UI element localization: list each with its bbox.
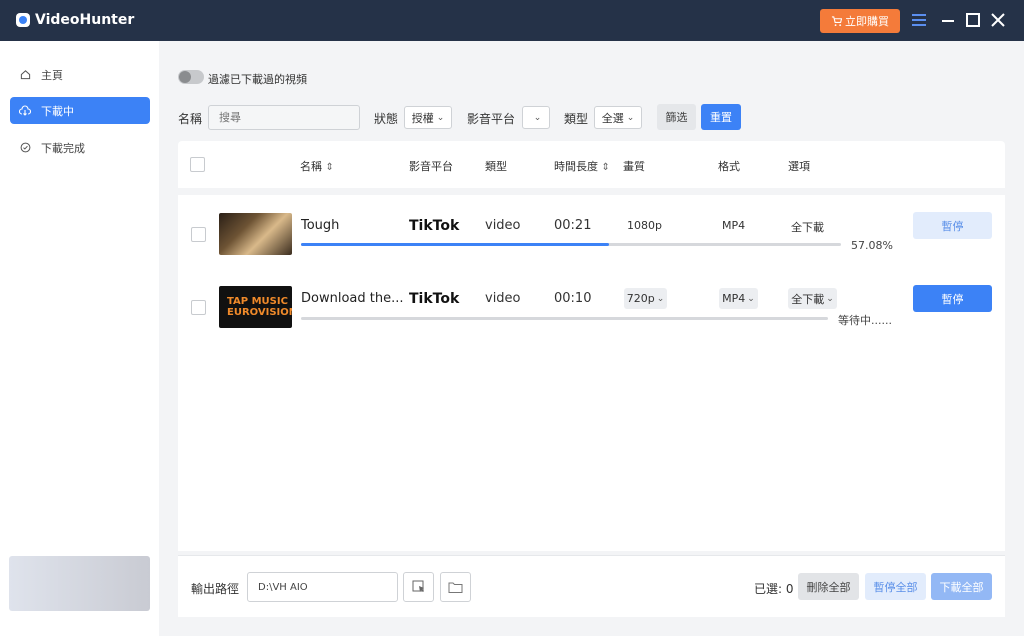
check-circle-icon bbox=[19, 142, 31, 154]
promo-banner[interactable] bbox=[9, 556, 150, 611]
pause-button[interactable]: 暫停 bbox=[913, 285, 992, 312]
video-duration: 00:21 bbox=[554, 218, 592, 233]
open-folder-button[interactable] bbox=[440, 572, 471, 602]
minimize-icon[interactable] bbox=[939, 11, 957, 29]
row-checkbox[interactable] bbox=[191, 227, 206, 242]
reset-button[interactable]: 重置 bbox=[701, 104, 741, 130]
home-icon bbox=[19, 69, 31, 81]
column-header-type: 類型 bbox=[485, 160, 507, 173]
filter-button[interactable]: 篩选 bbox=[657, 104, 696, 130]
select-all-checkbox[interactable] bbox=[190, 157, 205, 172]
column-header-quality: 畫質 bbox=[623, 160, 645, 173]
quality-select-value: 720p bbox=[626, 292, 655, 305]
thumbnail-text: TAP MUSIC EUROVISION bbox=[227, 296, 292, 318]
type-filter-label: 類型 bbox=[564, 112, 589, 126]
chevron-down-icon: ⌄ bbox=[533, 112, 542, 123]
column-header-name-label: 名稱 bbox=[300, 160, 322, 173]
video-platform: TikTok bbox=[409, 291, 460, 307]
sidebar-item-label: 下載完成 bbox=[41, 141, 85, 155]
buy-now-button[interactable]: 立即購買 bbox=[820, 9, 900, 33]
pause-button[interactable]: 暫停 bbox=[913, 212, 992, 239]
output-path-input[interactable] bbox=[247, 572, 398, 602]
platform-select[interactable]: ⌄ bbox=[522, 106, 550, 129]
buy-now-label: 立即購買 bbox=[845, 15, 889, 28]
video-type: video bbox=[485, 218, 521, 233]
video-quality: 1080p bbox=[627, 219, 662, 232]
title-bar: VideoHunter 立即購買 bbox=[0, 0, 1024, 41]
download-all-button[interactable]: 下載全部 bbox=[931, 573, 992, 600]
chevron-down-icon: ⌄ bbox=[826, 293, 834, 304]
format-select[interactable]: MP4 ⌄ bbox=[719, 288, 758, 309]
cart-icon bbox=[831, 15, 842, 26]
option-select-value: 全下載 bbox=[791, 292, 825, 306]
column-header-name[interactable]: 名稱 ⇕ bbox=[300, 158, 334, 174]
video-format: MP4 bbox=[722, 219, 746, 232]
download-cloud-icon bbox=[19, 105, 31, 117]
delete-all-button[interactable]: 刪除全部 bbox=[798, 573, 859, 600]
video-thumbnail bbox=[219, 213, 292, 255]
video-title: Tough bbox=[301, 218, 340, 233]
close-icon[interactable] bbox=[989, 11, 1007, 29]
output-path-label: 輸出路徑 bbox=[191, 582, 240, 596]
column-header-platform: 影音平台 bbox=[409, 160, 453, 173]
option-select[interactable]: 全下載 ⌄ bbox=[788, 288, 837, 309]
select-folder-button[interactable] bbox=[403, 572, 434, 602]
row-checkbox[interactable] bbox=[191, 300, 206, 315]
progress-status: 57.08% bbox=[851, 239, 893, 252]
menu-icon[interactable] bbox=[910, 11, 928, 29]
chevron-down-icon: ⌄ bbox=[656, 293, 665, 304]
video-title: Download the... bbox=[301, 291, 404, 306]
type-select[interactable]: 全選 ⌄ bbox=[594, 106, 642, 129]
folder-icon bbox=[448, 582, 463, 593]
cursor-select-icon bbox=[412, 580, 424, 592]
quality-select[interactable]: 720p ⌄ bbox=[624, 288, 667, 309]
download-list: Tough TikTok video 00:21 1080p MP4 全下載 5… bbox=[178, 195, 1005, 551]
progress-bar bbox=[301, 243, 841, 246]
status-select-value: 授權 bbox=[411, 111, 434, 125]
sidebar-item-home[interactable]: 主頁 bbox=[10, 61, 150, 88]
column-header-duration[interactable]: 時間長度 ⇕ bbox=[554, 158, 610, 174]
column-header-format: 格式 bbox=[718, 160, 740, 173]
search-input[interactable] bbox=[208, 105, 360, 130]
column-header-options: 選項 bbox=[788, 160, 810, 173]
status-filter-label: 狀態 bbox=[374, 112, 399, 126]
chevron-down-icon: ⌄ bbox=[626, 112, 635, 123]
sort-icon: ⇕ bbox=[601, 162, 610, 173]
pause-all-button[interactable]: 暫停全部 bbox=[865, 573, 926, 600]
sidebar-item-label: 主頁 bbox=[41, 68, 63, 82]
app-title: VideoHunter bbox=[35, 12, 135, 28]
sidebar: 主頁 下載中 下載完成 bbox=[0, 41, 159, 636]
video-type: video bbox=[485, 291, 521, 306]
app-logo-icon bbox=[16, 13, 30, 27]
type-select-value: 全選 bbox=[601, 111, 624, 125]
chevron-down-icon: ⌄ bbox=[436, 112, 445, 123]
column-header-duration-label: 時間長度 bbox=[554, 160, 598, 173]
status-select[interactable]: 授權 ⌄ bbox=[404, 106, 452, 129]
sidebar-item-completed[interactable]: 下載完成 bbox=[10, 134, 150, 161]
platform-filter-label: 影音平台 bbox=[467, 112, 516, 126]
chevron-down-icon: ⌄ bbox=[747, 293, 755, 304]
progress-fill bbox=[301, 243, 610, 246]
filter-downloaded-toggle[interactable] bbox=[178, 70, 204, 84]
format-select-value: MP4 bbox=[722, 292, 746, 305]
maximize-icon[interactable] bbox=[964, 11, 982, 29]
video-platform: TikTok bbox=[409, 218, 460, 234]
table-header: 名稱 ⇕ 影音平台 類型 時間長度 ⇕ 畫質 格式 選項 bbox=[178, 141, 1005, 188]
sort-icon: ⇕ bbox=[325, 162, 334, 173]
sidebar-item-downloading[interactable]: 下載中 bbox=[10, 97, 150, 124]
name-filter-label: 名稱 bbox=[178, 112, 203, 126]
sidebar-item-label: 下載中 bbox=[41, 104, 74, 118]
progress-status: 等待中...... bbox=[838, 314, 892, 327]
progress-bar bbox=[301, 317, 828, 320]
filter-downloaded-label: 過濾已下載過的視頻 bbox=[208, 73, 307, 86]
selected-count: 已選: 0 bbox=[754, 582, 794, 596]
video-thumbnail: TAP MUSIC EUROVISION bbox=[219, 286, 292, 328]
video-duration: 00:10 bbox=[554, 291, 592, 306]
video-option: 全下載 bbox=[791, 221, 824, 234]
